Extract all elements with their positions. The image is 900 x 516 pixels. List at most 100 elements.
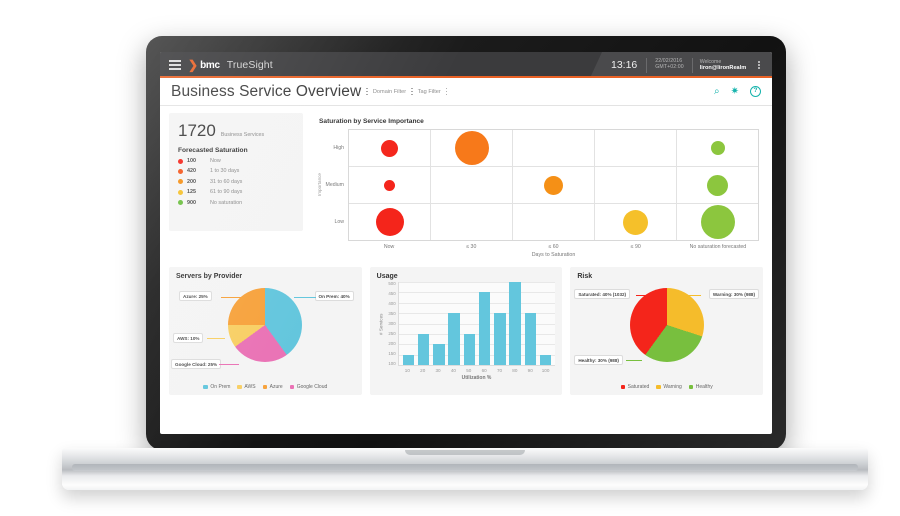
- bar[interactable]: [417, 333, 430, 365]
- legend-swatch: [262, 384, 268, 390]
- pie-callout-on-prem: On Prem: 40%: [314, 291, 354, 302]
- bar[interactable]: [402, 354, 415, 365]
- laptop-base-lip: [72, 464, 858, 471]
- bubble-cell[interactable]: [677, 130, 758, 166]
- bubble-cell[interactable]: [677, 167, 758, 203]
- title-overflow-menu-icon[interactable]: [366, 87, 368, 96]
- bubble-cell[interactable]: [349, 130, 431, 166]
- legend-item[interactable]: Google Cloud: [289, 384, 327, 390]
- x-axis-ticks: Now ≤ 30 ≤ 60 ≤ 90 No saturation forecas…: [348, 244, 759, 250]
- bubble-cell[interactable]: [513, 130, 595, 166]
- bubble-point[interactable]: [384, 179, 395, 191]
- bar[interactable]: [524, 313, 537, 365]
- bubble-point[interactable]: [710, 141, 725, 155]
- y-axis-ticks: 500 450 400 350 300 250 200 150 100: [385, 281, 398, 366]
- bubble-cell[interactable]: [431, 130, 513, 166]
- saturation-bubble-chart-card: Saturation by Service Importance Importa…: [311, 113, 763, 259]
- list-item-label: No saturation: [210, 199, 243, 206]
- timezone-text: GMT+02:00: [655, 64, 684, 70]
- search-icon[interactable]: ⌕: [714, 86, 720, 97]
- usage-bars: [399, 282, 556, 365]
- chart-title: Servers by Provider: [176, 273, 243, 280]
- bubble-cell[interactable]: [431, 204, 513, 240]
- bubble-point[interactable]: [623, 209, 648, 235]
- business-services-label: Business Services: [220, 132, 265, 138]
- y-tick: 350: [388, 310, 396, 316]
- hamburger-menu-icon[interactable]: [169, 60, 181, 70]
- bubble-cell[interactable]: [595, 167, 677, 203]
- help-icon[interactable]: ?: [750, 86, 761, 97]
- x-tick: 20: [420, 368, 426, 373]
- legend-item[interactable]: Azure: [262, 384, 283, 390]
- bubble-point[interactable]: [454, 131, 489, 165]
- bubble-point[interactable]: [700, 205, 735, 239]
- y-axis-ticks: High Medium Low: [324, 129, 348, 241]
- bubble-chart-plot: Importance High Medium Low: [315, 129, 759, 241]
- bubble-cell[interactable]: [595, 130, 677, 166]
- y-tick: Medium: [325, 181, 344, 188]
- legend-label: Healthy: [695, 384, 713, 390]
- user-welcome[interactable]: Welcome liron@lironRealm: [693, 59, 753, 72]
- bmc-logo[interactable]: ❯ bmc: [188, 59, 220, 71]
- legend-swatch: [237, 384, 242, 390]
- gear-icon[interactable]: ✷: [731, 86, 739, 97]
- domain-filter-menu-icon[interactable]: [411, 87, 413, 96]
- bar[interactable]: [509, 282, 521, 365]
- bubble-cell[interactable]: [513, 167, 595, 203]
- bar[interactable]: [494, 313, 506, 365]
- topbar-overflow-menu-icon[interactable]: [753, 60, 765, 70]
- y-tick: 150: [388, 350, 396, 356]
- x-axis-ticks: 10 20 30 40 50 60 70 80 90 100: [398, 368, 556, 373]
- usage-card: Usage # Services 500 450 400 350 300 250…: [369, 267, 563, 395]
- list-item[interactable]: 900 No saturation: [178, 200, 294, 206]
- y-axis-title: # Services: [378, 313, 384, 335]
- status-dot: [178, 179, 183, 185]
- bubble-point[interactable]: [707, 174, 728, 196]
- bubble-cell[interactable]: [677, 204, 758, 240]
- bubble-point[interactable]: [375, 208, 404, 236]
- risk-pie-chart[interactable]: [629, 288, 704, 362]
- provider-pie-chart[interactable]: [228, 288, 303, 362]
- legend-label: On Prem: [210, 384, 231, 390]
- legend-item[interactable]: AWS: [237, 384, 256, 390]
- callout-leader-line: [626, 360, 643, 361]
- bubble-cell[interactable]: [595, 204, 677, 240]
- legend-item[interactable]: Healthy: [688, 384, 713, 390]
- x-axis-title: Days to Saturation: [531, 252, 576, 258]
- list-item[interactable]: 420 1 to 30 days: [178, 168, 294, 174]
- bar[interactable]: [433, 344, 445, 365]
- list-item[interactable]: 100 Now: [178, 158, 294, 164]
- legend-item[interactable]: On Prem: [203, 384, 230, 390]
- bubble-point[interactable]: [544, 175, 563, 195]
- chart-legend: Saturated Warning Healthy: [570, 384, 763, 390]
- bar[interactable]: [448, 313, 460, 365]
- bubble-cell[interactable]: [513, 204, 595, 240]
- legend-item[interactable]: Saturated: [620, 384, 649, 390]
- bubble-point[interactable]: [381, 139, 398, 157]
- tag-filter-menu-icon[interactable]: [445, 87, 448, 96]
- legend-swatch: [289, 384, 295, 390]
- bar[interactable]: [463, 333, 476, 365]
- kpi-header: 1720 Business Services: [178, 121, 294, 141]
- list-item[interactable]: 200 31 to 60 days: [178, 179, 294, 185]
- status-dot: [178, 158, 183, 164]
- bubble-cell[interactable]: [349, 204, 431, 240]
- y-tick: 450: [388, 290, 396, 296]
- y-tick: 500: [388, 281, 396, 286]
- bubble-cell[interactable]: [431, 167, 513, 203]
- callout-leader-line: [293, 297, 316, 298]
- bubble-cell[interactable]: [349, 167, 431, 203]
- legend-label: Azure: [269, 384, 283, 390]
- list-item[interactable]: 125 61 to 90 days: [178, 189, 294, 195]
- pie-callout-warning: Warning: 30% (988): [708, 289, 760, 300]
- tag-filter[interactable]: Tag Filter: [418, 89, 441, 95]
- product-name: TrueSight: [226, 59, 273, 71]
- x-tick: 40: [450, 368, 456, 373]
- bar[interactable]: [539, 354, 552, 365]
- x-tick: 60: [481, 368, 487, 373]
- bar[interactable]: [478, 292, 491, 365]
- legend-item[interactable]: Warning: [656, 384, 682, 390]
- domain-filter[interactable]: Domain Filter: [373, 89, 406, 95]
- user-name: liron@lironRealm: [699, 64, 747, 71]
- page-titlebar: Business Service Overview Domain Filter …: [160, 78, 772, 106]
